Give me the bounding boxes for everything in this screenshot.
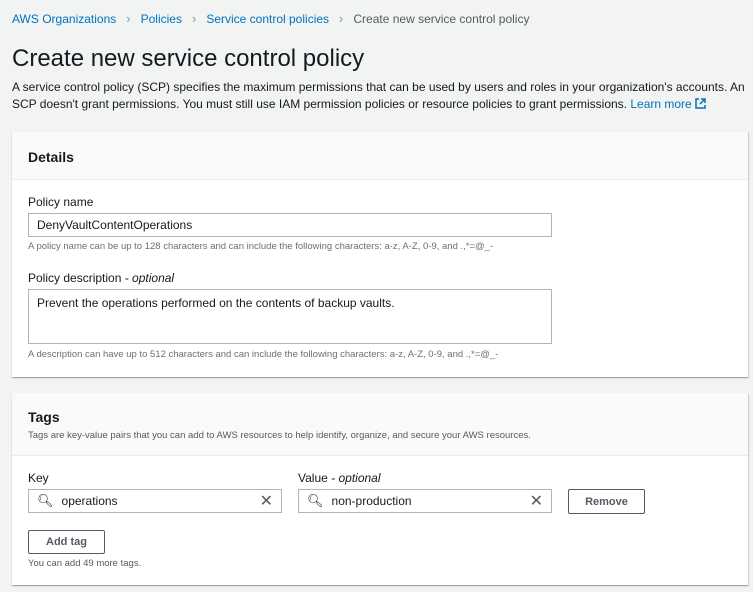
tag-key-value: operations bbox=[61, 494, 118, 508]
learn-more-label: Learn more bbox=[630, 97, 692, 111]
tag-value-value: non-production bbox=[331, 494, 412, 508]
remove-tag-button[interactable]: Remove bbox=[568, 489, 645, 514]
breadcrumb-policies[interactable]: Policies bbox=[141, 12, 182, 26]
breadcrumb-current: Create new service control policy bbox=[353, 11, 530, 26]
details-card: Details Policy name DenyVaultContentOper… bbox=[12, 132, 748, 377]
page-title: Create new service control policy bbox=[12, 45, 365, 72]
breadcrumb: AWS Organizations › Policies › Service con… bbox=[12, 11, 529, 26]
breadcrumb-aws-organizations[interactable]: AWS Organizations bbox=[12, 12, 116, 26]
chevron-right-icon: › bbox=[126, 11, 131, 26]
clear-icon[interactable]: ✕ bbox=[530, 491, 543, 511]
key-label: Key bbox=[28, 471, 49, 485]
policy-description-textarea[interactable]: Prevent the operations performed on the … bbox=[28, 289, 552, 344]
tags-remaining-hint: You can add 49 more tags. bbox=[28, 558, 142, 569]
page-description: A service control policy (SCP) specifies… bbox=[12, 79, 747, 113]
learn-more-link[interactable]: Learn more bbox=[630, 97, 706, 111]
policy-name-hint: A policy name can be up to 128 character… bbox=[28, 241, 494, 252]
value-label-text: Value bbox=[298, 471, 328, 485]
chevron-right-icon: › bbox=[191, 11, 197, 26]
search-icon: 🔍︎ bbox=[307, 493, 324, 508]
policy-name-label: Policy name bbox=[28, 195, 94, 209]
policy-name-input[interactable]: DenyVaultContentOperations bbox=[28, 213, 552, 237]
add-tag-button[interactable]: Add tag bbox=[28, 530, 105, 554]
external-link-icon bbox=[695, 98, 706, 109]
desc-label-text: Policy description bbox=[28, 271, 122, 285]
tags-card: Tags Tags are key-value pairs that you ca… bbox=[12, 393, 748, 585]
optional-text: - optional bbox=[331, 471, 381, 485]
chevron-right-icon: › bbox=[339, 11, 344, 26]
tag-value-input[interactable]: 🔍︎ non-production ✕ bbox=[298, 489, 552, 513]
search-icon: 🔍︎ bbox=[37, 493, 54, 508]
optional-text: - optional bbox=[124, 271, 175, 285]
details-title: Details bbox=[28, 149, 74, 165]
policy-description-hint: A description can have up to 512 charact… bbox=[28, 349, 499, 360]
tags-title: Tags bbox=[28, 409, 60, 425]
policy-description-label: Policy description - optional bbox=[28, 271, 174, 285]
tag-key-input[interactable]: 🔍︎ operations ✕ bbox=[28, 489, 282, 513]
value-label: Value - optional bbox=[298, 471, 381, 485]
breadcrumb-scp[interactable]: Service control policies bbox=[206, 12, 329, 26]
tags-subtitle: Tags are key-value pairs that you can ad… bbox=[28, 430, 531, 441]
clear-icon[interactable]: ✕ bbox=[260, 491, 273, 511]
